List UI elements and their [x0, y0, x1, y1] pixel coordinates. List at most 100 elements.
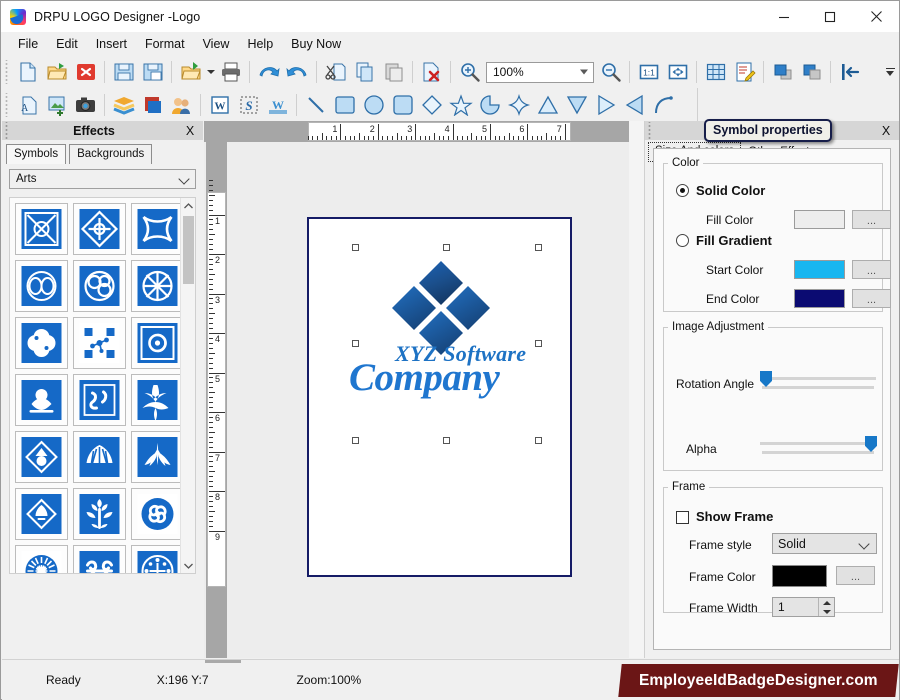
frame-color-browse-button[interactable]: ... [836, 566, 875, 585]
frame-width-stepper[interactable]: 1 [772, 597, 835, 617]
export-dropdown-icon[interactable] [205, 58, 216, 86]
show-frame-checkbox[interactable] [676, 511, 689, 524]
canvas-vertical-scrollbar[interactable] [629, 121, 644, 658]
symbol-cell[interactable] [131, 317, 184, 369]
watermark-icon[interactable]: W [263, 91, 292, 119]
delete-icon[interactable] [417, 58, 446, 86]
close-document-icon[interactable] [71, 58, 100, 86]
menu-buy-now[interactable]: Buy Now [282, 34, 350, 54]
symbol-cell[interactable] [73, 374, 126, 426]
frame-style-select[interactable]: Solid [772, 533, 877, 554]
toolbar-grip[interactable] [3, 92, 10, 117]
fill-color-swatch[interactable] [794, 210, 845, 229]
symbol-cell[interactable] [15, 317, 68, 369]
end-color-browse-button[interactable]: ... [852, 289, 891, 308]
zoom-in-icon[interactable] [455, 58, 484, 86]
menu-edit[interactable]: Edit [47, 34, 87, 54]
selection-handle[interactable] [535, 437, 542, 444]
menu-insert[interactable]: Insert [87, 34, 136, 54]
menu-file[interactable]: File [9, 34, 47, 54]
arc-tool-icon[interactable] [649, 91, 678, 119]
triangle-left-tool-icon[interactable] [620, 91, 649, 119]
rotation-angle-slider[interactable] [760, 371, 880, 391]
send-to-back-icon[interactable] [797, 58, 826, 86]
selection-handle[interactable] [352, 244, 359, 251]
symbol-cell[interactable] [73, 488, 126, 540]
insert-text-icon[interactable]: A [13, 91, 42, 119]
symbol-cell[interactable] [131, 545, 184, 573]
redo-icon[interactable] [283, 58, 312, 86]
symbol-cell[interactable] [131, 203, 184, 255]
new-icon[interactable] [13, 58, 42, 86]
paste-icon[interactable] [379, 58, 408, 86]
scroll-up-icon[interactable] [181, 198, 195, 213]
clipart-icon[interactable] [167, 91, 196, 119]
stepper-up-icon[interactable] [822, 600, 831, 605]
selection-handle[interactable] [443, 437, 450, 444]
design-properties-icon[interactable] [730, 58, 759, 86]
capture-image-icon[interactable] [71, 91, 100, 119]
print-icon[interactable] [216, 58, 245, 86]
symbol-cell[interactable] [131, 431, 184, 483]
scroll-down-icon[interactable] [181, 558, 195, 573]
ellipse-tool-icon[interactable] [359, 91, 388, 119]
tab-backgrounds[interactable]: Backgrounds [69, 144, 153, 164]
symbol-cell[interactable] [73, 203, 126, 255]
panel-drag-grip[interactable] [646, 122, 654, 139]
four-point-star-tool-icon[interactable] [504, 91, 533, 119]
save-icon[interactable] [109, 58, 138, 86]
maximize-button[interactable] [807, 1, 853, 32]
pie-tool-icon[interactable] [475, 91, 504, 119]
word-art-icon[interactable]: W [205, 91, 234, 119]
symbol-cell[interactable] [15, 488, 68, 540]
symbol-cell[interactable] [73, 431, 126, 483]
slider-thumb[interactable] [760, 371, 772, 387]
minimize-button[interactable] [761, 1, 807, 32]
selection-handle[interactable] [352, 437, 359, 444]
symbol-cell[interactable] [131, 260, 184, 312]
alpha-slider[interactable] [760, 436, 880, 456]
fit-page-icon[interactable] [663, 58, 692, 86]
close-button[interactable] [853, 1, 899, 32]
bring-to-front-icon[interactable] [768, 58, 797, 86]
menu-help[interactable]: Help [238, 34, 282, 54]
symbol-cell[interactable] [131, 488, 184, 540]
symbol-cell[interactable] [15, 374, 68, 426]
toolbar-grip[interactable] [3, 60, 10, 84]
selection-handle[interactable] [443, 244, 450, 251]
triangle-down-tool-icon[interactable] [562, 91, 591, 119]
symbol-cell[interactable] [15, 545, 68, 573]
logo-object[interactable]: XYZ Software Company [335, 257, 548, 401]
symbol-category-select[interactable]: Arts [9, 169, 196, 189]
menu-view[interactable]: View [194, 34, 239, 54]
symbol-cell[interactable] [15, 431, 68, 483]
slider-thumb[interactable] [865, 436, 877, 452]
grid-icon[interactable] [701, 58, 730, 86]
triangle-right-tool-icon[interactable] [591, 91, 620, 119]
save-as-icon[interactable] [138, 58, 167, 86]
symbol-cell[interactable] [131, 374, 184, 426]
symbol-cell[interactable] [73, 317, 126, 369]
frame-color-swatch[interactable] [772, 565, 827, 587]
star-tool-icon[interactable] [446, 91, 475, 119]
solid-color-radio[interactable] [676, 184, 689, 197]
cut-icon[interactable] [321, 58, 350, 86]
insert-image-icon[interactable] [42, 91, 71, 119]
symbol-cell[interactable] [15, 203, 68, 255]
canvas-area[interactable]: 1234567 123456789 XYZ Software Company [204, 121, 644, 658]
symbol-cell[interactable] [73, 260, 126, 312]
background-icon[interactable] [138, 91, 167, 119]
selection-handle[interactable] [535, 244, 542, 251]
chevron-down-icon[interactable] [580, 69, 588, 75]
end-color-swatch[interactable] [794, 289, 845, 308]
signature-icon[interactable]: S [234, 91, 263, 119]
rounded-rectangle-tool-icon[interactable] [388, 91, 417, 119]
diamond-tool-icon[interactable] [417, 91, 446, 119]
align-left-icon[interactable] [835, 58, 864, 86]
toolbar-overflow-icon[interactable] [883, 60, 897, 84]
scrollbar-thumb[interactable] [183, 216, 194, 284]
symbol-cell[interactable] [15, 260, 68, 312]
fill-color-browse-button[interactable]: ... [852, 210, 891, 229]
open-icon[interactable] [42, 58, 71, 86]
brand-banner[interactable]: EmployeeIdBadgeDesigner.com [618, 664, 899, 697]
